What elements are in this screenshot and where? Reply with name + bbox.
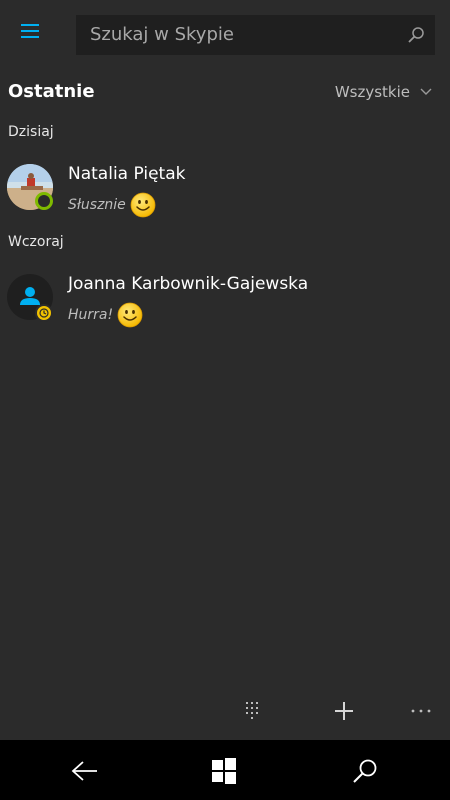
app-action-bar <box>0 690 450 730</box>
system-nav-bar <box>0 740 450 800</box>
windows-logo-icon[interactable] <box>207 754 241 788</box>
search-placeholder: Szukaj w Skypie <box>90 24 234 45</box>
top-bar: Szukaj w Skypie <box>0 0 450 70</box>
page-title: Ostatnie <box>8 81 95 102</box>
back-arrow-icon[interactable] <box>68 754 102 788</box>
more-icon[interactable] <box>406 696 436 726</box>
chevron-down-icon <box>420 88 432 95</box>
recent-header: Ostatnie Wszystkie <box>0 78 450 106</box>
search-icon[interactable] <box>407 26 425 44</box>
last-message-text: Hurra! <box>68 307 114 323</box>
dialpad-icon[interactable] <box>237 696 267 726</box>
plus-icon[interactable] <box>329 696 359 726</box>
search-input[interactable]: Szukaj w Skypie <box>76 15 435 55</box>
contact-last-message: Hurra! <box>68 302 143 328</box>
contact-item[interactable]: Natalia Piętak Słusznie <box>0 164 450 228</box>
contact-name: Natalia Piętak <box>68 164 186 184</box>
filter-dropdown[interactable]: Wszystkie <box>335 78 432 106</box>
smiley-emoji-icon <box>130 192 156 218</box>
filter-label: Wszystkie <box>334 83 410 101</box>
last-message-text: Słusznie <box>68 197 126 213</box>
skype-app: Szukaj w Skypie Ostatnie Wszystkie Dzisi… <box>0 0 450 800</box>
smiley-emoji-icon <box>117 302 143 328</box>
status-online-icon <box>35 192 53 210</box>
hamburger-icon[interactable] <box>14 16 46 46</box>
section-label-today: Dzisiaj <box>8 124 54 140</box>
contact-item[interactable]: Joanna Karbownik-Gajewska Hurra! <box>0 274 450 338</box>
status-away-icon <box>35 304 53 322</box>
search-icon[interactable] <box>348 754 382 788</box>
contact-name: Joanna Karbownik-Gajewska <box>68 274 309 294</box>
contact-last-message: Słusznie <box>68 192 156 218</box>
section-label-yesterday: Wczoraj <box>8 234 64 250</box>
